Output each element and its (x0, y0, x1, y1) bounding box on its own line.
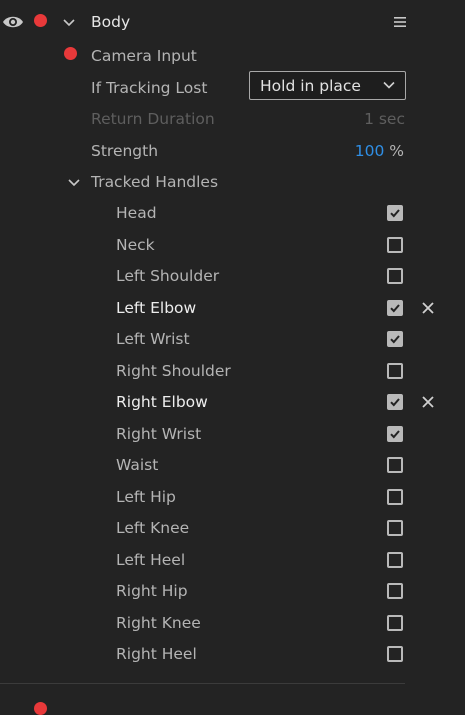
handle-label: Left Hip (116, 488, 176, 506)
handle-label: Left Shoulder (116, 267, 220, 285)
camera-input-record-dot[interactable] (64, 47, 77, 60)
section-divider (0, 683, 405, 684)
tracked-handles-label: Tracked Handles (91, 173, 219, 191)
collapse-tracked-handles-button[interactable] (67, 175, 81, 187)
handle-row: Right Heel (0, 639, 465, 669)
visibility-toggle[interactable] (2, 13, 24, 31)
remove-handle-button[interactable] (420, 300, 436, 316)
checkmark-icon (390, 209, 400, 218)
handle-row: Right Elbow (0, 387, 465, 417)
handle-checkbox[interactable] (387, 331, 403, 347)
strength-control[interactable]: 100 % (355, 141, 404, 161)
handle-row: Left Heel (0, 545, 465, 575)
handle-row: Left Wrist (0, 324, 465, 354)
handle-checkbox[interactable] (387, 615, 403, 631)
handle-label: Right Elbow (116, 393, 208, 411)
handle-label: Right Heel (116, 645, 197, 663)
handle-checkbox[interactable] (387, 583, 403, 599)
tracking-lost-dropdown[interactable]: Hold in place (249, 71, 406, 100)
remove-handle-button[interactable] (420, 394, 436, 410)
strength-value[interactable]: 100 (355, 142, 385, 160)
handle-row: Left Shoulder (0, 261, 465, 291)
handle-row: Left Elbow (0, 293, 465, 323)
chevron-down-icon (63, 19, 75, 27)
handle-label: Left Knee (116, 519, 190, 537)
collapse-body-button[interactable] (62, 15, 76, 27)
handle-label: Head (116, 204, 157, 222)
close-icon (422, 302, 434, 314)
camera-input-label: Camera Input (91, 47, 197, 65)
handle-label: Left Elbow (116, 299, 197, 317)
handle-row: Left Knee (0, 513, 465, 543)
section-title: Body (91, 13, 131, 31)
handle-label: Right Shoulder (116, 362, 231, 380)
handle-checkbox[interactable] (387, 363, 403, 379)
handle-label: Right Knee (116, 614, 201, 632)
handle-label: Neck (116, 236, 155, 254)
return-duration-label: Return Duration (91, 110, 215, 128)
next-section-record-dot[interactable] (34, 702, 47, 715)
checkmark-icon (390, 335, 400, 344)
checkmark-icon (390, 398, 400, 407)
handle-row: Right Knee (0, 608, 465, 638)
chevron-down-icon (383, 81, 395, 89)
tracking-lost-label: If Tracking Lost (91, 79, 208, 97)
handle-row: Left Hip (0, 482, 465, 512)
handle-label: Left Wrist (116, 330, 190, 348)
handle-row: Right Shoulder (0, 356, 465, 386)
strength-label: Strength (91, 142, 159, 160)
handle-checkbox[interactable] (387, 646, 403, 662)
handle-checkbox[interactable] (387, 268, 403, 284)
handle-label: Left Heel (116, 551, 186, 569)
checkmark-icon (390, 430, 400, 439)
handle-label: Waist (116, 456, 159, 474)
handle-row: Neck (0, 230, 465, 260)
eye-icon (3, 16, 23, 28)
handle-row: Right Wrist (0, 419, 465, 449)
close-icon (422, 396, 434, 408)
handle-label: Right Hip (116, 582, 188, 600)
handle-label: Right Wrist (116, 425, 202, 443)
tracking-lost-selected: Hold in place (260, 77, 361, 95)
strength-unit: % (389, 142, 404, 160)
handle-checkbox[interactable] (387, 489, 403, 505)
handle-checkbox[interactable] (387, 520, 403, 536)
return-duration-value: 1 sec (364, 110, 405, 128)
handle-checkbox[interactable] (387, 426, 403, 442)
hamburger-icon (394, 17, 406, 27)
handle-row: Waist (0, 450, 465, 480)
handle-checkbox[interactable] (387, 552, 403, 568)
handle-row: Head (0, 198, 465, 228)
panel-menu-button[interactable] (393, 15, 407, 29)
record-indicator[interactable] (34, 14, 47, 27)
chevron-down-icon (68, 179, 80, 187)
handle-checkbox[interactable] (387, 237, 403, 253)
handle-row: Right Hip (0, 576, 465, 606)
handle-checkbox[interactable] (387, 457, 403, 473)
checkmark-icon (390, 304, 400, 313)
handle-checkbox[interactable] (387, 300, 403, 316)
handle-checkbox[interactable] (387, 205, 403, 221)
handle-checkbox[interactable] (387, 394, 403, 410)
